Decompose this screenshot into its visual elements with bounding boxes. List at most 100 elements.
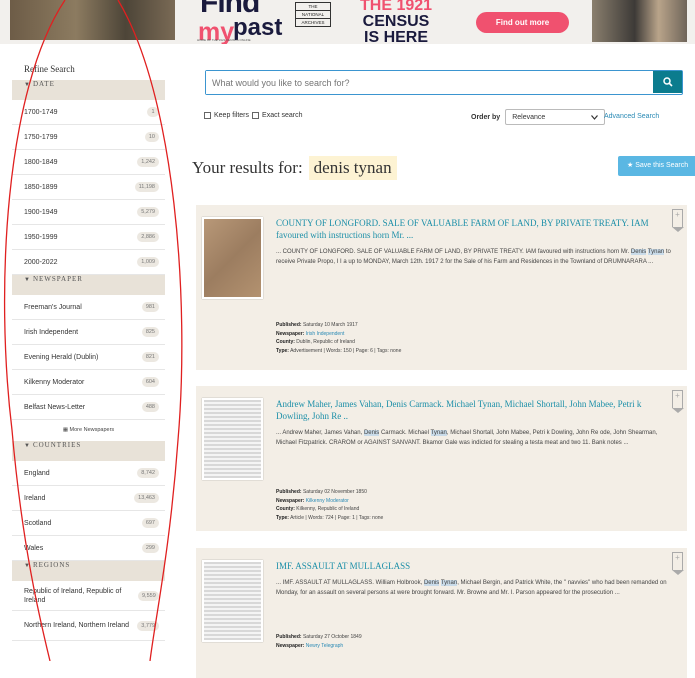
facet-item[interactable]: Irish Independent 825	[12, 320, 165, 345]
keep-filters-label: Keep filters	[214, 112, 250, 119]
facet-header[interactable]: ▼ COUNTRIES	[12, 441, 165, 461]
county-value: Kilkenny, Republic of Ireland	[296, 506, 360, 512]
facet-item[interactable]: Evening Herald (Dublin) 821	[12, 345, 165, 370]
facet-count-badge: 11,198	[134, 182, 159, 192]
facet-count-badge: 9,559	[138, 590, 159, 601]
facet-count-badge: 10	[144, 132, 159, 142]
facet-count-badge: 821	[141, 352, 159, 362]
keep-filters-checkbox[interactable]	[204, 112, 211, 119]
type-label: Type:	[276, 514, 289, 521]
order-by-select[interactable]: Relevance	[505, 109, 606, 125]
facet-count-badge: 8,742	[137, 468, 159, 478]
save-search-label: Save this Search	[635, 162, 689, 169]
facet-item-label: Ireland	[24, 494, 46, 502]
save-search-button[interactable]: ★ Save this Search	[618, 156, 695, 176]
logo-tagline: HOME OF THE 1921 CENSUS ONLINE	[197, 38, 251, 42]
result-snippet: ... IMF. ASSAULT AT MULLAGLASS. William …	[276, 580, 667, 596]
facet-count-badge: 3,779	[137, 620, 159, 631]
facet-item-label: Republic of Ireland, Republic of Ireland	[24, 587, 122, 604]
facet-count-badge: 825	[141, 327, 159, 337]
county-label: County:	[276, 339, 295, 345]
facet-item[interactable]: Freeman's Journal 981	[12, 295, 165, 320]
published-date: Saturday 02 November 1850	[302, 489, 367, 495]
newspaper-link[interactable]: Newry Telegraph	[306, 643, 343, 649]
facet-item-label: Wales	[24, 544, 44, 552]
find-out-more-button[interactable]: Find out more	[476, 12, 569, 33]
findmypast-logo: Find my past HOME OF THE 1921 CENSUS ONL…	[195, 0, 340, 44]
facet-item[interactable]: Wales 299	[12, 536, 165, 561]
census-line2: IS HERE	[364, 29, 429, 45]
facet-count-badge: 604	[141, 377, 159, 387]
facet-item-label: 2000-2022	[24, 258, 58, 266]
refine-sidebar: Refine Search ▼ DATE 1700-1749 1 1750-1799 10…	[12, 58, 165, 641]
result-title-link[interactable]: Andrew Maher, James Vahan, Denis Carmack…	[276, 398, 676, 422]
search-options: Keep filters Exact search	[204, 112, 303, 119]
facet-item-label: Kilkenny Moderator	[24, 378, 85, 386]
result-title-link[interactable]: IMF. ASSAULT AT MULLAGLASS	[276, 560, 676, 572]
facet-header-label: DATE	[32, 80, 55, 88]
county-label: County:	[276, 506, 295, 512]
type-value: Article | Words: 724 | Page: 1 | Tags: n…	[290, 514, 384, 521]
newspaper-link[interactable]: Irish Independent	[306, 331, 345, 337]
facet-item[interactable]: 1850-1899 11,198	[12, 175, 165, 200]
facet-item-label: Irish Independent	[24, 328, 79, 336]
facet-item[interactable]: Kilkenny Moderator 604	[12, 370, 165, 395]
facet-header-label: NEWSPAPER	[32, 275, 83, 283]
published-label: Published:	[276, 634, 302, 640]
facet-item[interactable]: 1800-1849 1,242	[12, 150, 165, 175]
result-card: + COUNTY OF LONGFORD. SALE OF VALUABLE FA…	[196, 205, 687, 370]
facet-item-label: 1750-1799	[24, 133, 58, 141]
natarch-line: NATIONAL	[296, 11, 330, 19]
result-snippet: ... COUNTY OF LONGFORD. SALE OF VALUABLE…	[276, 249, 671, 265]
facet-item-label: 1850-1899	[24, 183, 58, 191]
ad-banner[interactable]: Find my past HOME OF THE 1921 CENSUS ONL…	[0, 0, 695, 44]
county-value: Dublin, Republic of Ireland	[296, 339, 355, 345]
search-button[interactable]	[653, 71, 682, 93]
facet-item-label: Belfast News-Letter	[24, 403, 86, 411]
facet-header[interactable]: ▼ DATE	[12, 80, 165, 100]
facet-count-badge: 488	[141, 402, 159, 412]
result-meta: Published: Saturday 27 October 1849 Newsp…	[276, 633, 362, 650]
exact-search-checkbox[interactable]	[252, 112, 260, 119]
facet-item[interactable]: 1900-1949 5,279	[12, 200, 165, 225]
facet-item[interactable]: Belfast News-Letter 488	[12, 395, 165, 420]
result-meta: Published: Saturday 10 March 1917 Newspap…	[276, 321, 401, 355]
facet-item[interactable]: Scotland 697	[12, 511, 165, 536]
facet-count-badge: 1,009	[137, 257, 159, 267]
facet-count-badge: 5,279	[137, 207, 159, 217]
facet-item[interactable]: Northern Ireland, Northern Ireland 3,779	[12, 611, 165, 641]
facet-item-label: Freeman's Journal	[24, 303, 82, 311]
facet-count-badge: 2,886	[137, 232, 159, 242]
national-archives-logo: THE NATIONAL ARCHIVES	[295, 2, 331, 27]
results-heading-text: Your results for:	[192, 158, 303, 177]
newspaper-label: Newspaper:	[276, 330, 305, 337]
facet-item[interactable]: 1950-1999 2,886	[12, 225, 165, 250]
facet-item[interactable]: England 8,742	[12, 461, 165, 486]
facet-header[interactable]: ▼ NEWSPAPER	[12, 275, 165, 295]
facet-item[interactable]: 1700-1749 1	[12, 100, 165, 125]
exact-search-label: Exact search	[262, 112, 303, 119]
facet-item[interactable]: 1750-1799 10	[12, 125, 165, 150]
search-input[interactable]	[206, 71, 653, 94]
published-label: Published:	[276, 322, 302, 328]
facet-list: ▼ DATE 1700-1749 1 1750-1799 10 1800-1849 1,242…	[12, 80, 165, 641]
result-card: + Andrew Maher, James Vahan, Denis Carmac…	[196, 386, 687, 531]
facet-item[interactable]: Republic of Ireland, Republic of Ireland…	[12, 581, 165, 611]
facet-item-label: 1900-1949	[24, 208, 58, 216]
facet-header[interactable]: ▼ REGIONS	[12, 561, 165, 581]
more-newspapers-button[interactable]: ▦ More Newspapers	[12, 420, 165, 441]
result-title-link[interactable]: COUNTY OF LONGFORD. SALE OF VALUABLE FAR…	[276, 217, 676, 241]
facet-count-badge: 1	[147, 107, 159, 117]
facet-item[interactable]: 2000-2022 1,009	[12, 250, 165, 275]
triangle-down-icon: ▼	[24, 82, 31, 88]
newspaper-link[interactable]: Kilkenny Moderator	[306, 498, 349, 504]
result-thumbnail[interactable]	[202, 560, 263, 642]
result-thumbnail[interactable]	[202, 217, 263, 299]
results-heading: Your results for: denis tynan	[192, 156, 397, 180]
census-headline: THE 1921 CENSUS IS HERE	[360, 0, 432, 44]
advanced-search-link[interactable]: Advanced Search	[604, 113, 659, 120]
facet-item[interactable]: Ireland 13,463	[12, 486, 165, 511]
result-thumbnail[interactable]	[202, 398, 263, 480]
facet-count-badge: 981	[141, 302, 159, 312]
refine-title: Refine Search	[24, 64, 75, 74]
